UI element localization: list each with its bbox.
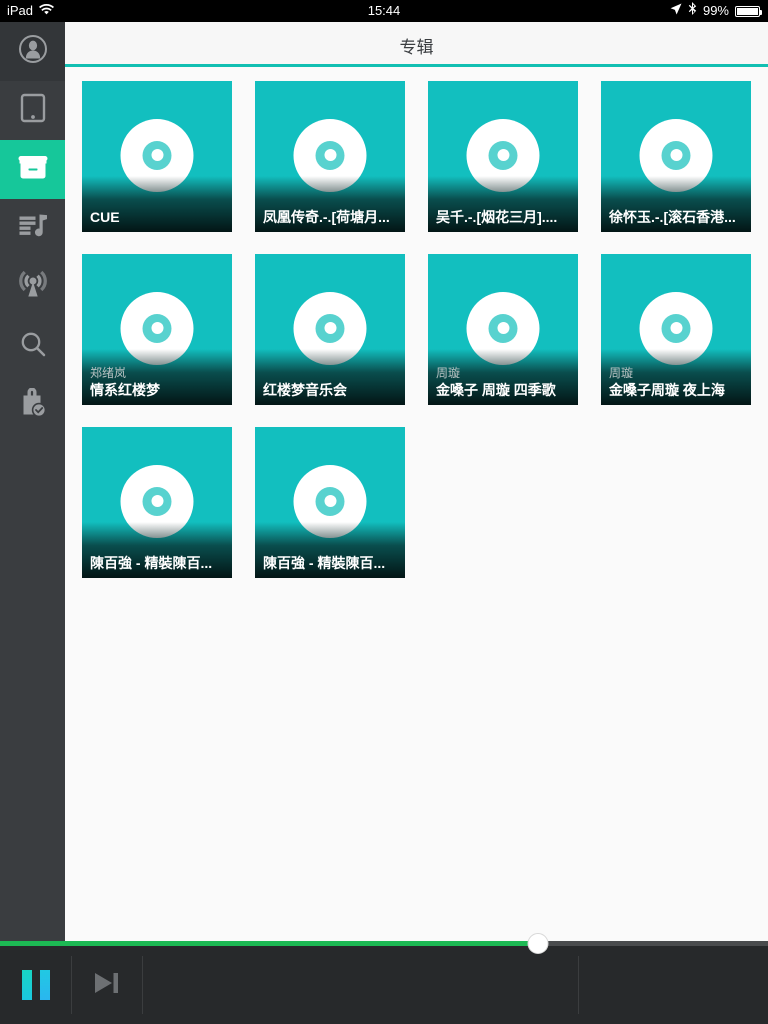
album-caption: 陳百強 - 精裝陳百... [255,522,405,578]
left-sidebar [0,22,65,946]
sidebar-item-profile[interactable] [0,22,65,81]
album-artist: 周璇 [436,366,461,380]
disc-ring [315,486,345,516]
album-caption: 凤凰传奇.-.[荷塘月... [255,176,405,232]
disc-hole [497,322,509,335]
disc-hole [670,149,682,162]
album-name: 陳百強 - 精裝陳百... [263,555,386,571]
player-divider-2 [142,956,143,1014]
disc-ring [488,140,518,170]
disc-hole [670,322,682,335]
battery-full-icon [735,5,762,17]
status-bar-time: 15:44 [367,3,401,18]
album-caption: 徐怀玉.-.[滚石香港... [601,176,751,232]
sidebar-item-device[interactable] [0,81,65,140]
disc-ring [488,313,518,343]
disc-ring [661,140,691,170]
album-caption: CUE [82,176,232,232]
player-bar: 37:21 / 53:07 吴千.-.[烟花三月].专辑.(APE) 吴千.-.… [0,933,768,1024]
app-root: iPad 15:44 99% 专辑 CUE 凤凰传奇.-.[荷塘月... 吴千.… [0,0,768,1024]
broadcast-radio-icon [18,270,48,305]
album-tile[interactable]: 周璇金嗓子 周璇 四季歌 [428,254,578,405]
sidebar-item-radio[interactable] [0,258,65,317]
album-caption: 郑绪岚 情系红楼梦 [82,349,232,405]
album-name: 金嗓子周璇 夜上海 [609,382,725,398]
battery-percent-label: 99% [702,3,729,18]
bluetooth-icon [688,0,697,22]
disc-ring [142,313,172,343]
disc-hole [324,495,336,508]
disc-ring [315,140,345,170]
album-tile[interactable]: CUE [82,81,232,232]
sidebar-item-playlist[interactable] [0,199,65,258]
album-caption: 陳百強 - 精裝陳百... [82,522,232,578]
album-tile[interactable]: 陳百強 - 精裝陳百... [82,427,232,578]
page-header: 专辑 [65,22,768,64]
album-tile[interactable]: 郑绪岚 情系红楼梦 [82,254,232,405]
location-arrow-icon [670,0,682,22]
progress-knob[interactable] [527,933,549,954]
main-content: 专辑 CUE 凤凰传奇.-.[荷塘月... 吴千.-.[烟花三月].... 徐怀玉.-… [65,22,768,946]
sidebar-item-search[interactable] [0,317,65,376]
user-profile-icon [18,34,48,69]
disc-hole [324,149,336,162]
disc-ring [315,313,345,343]
album-name: 红楼梦音乐会 [263,382,347,398]
player-divider-3 [578,956,579,1014]
album-grid: CUE 凤凰传奇.-.[荷塘月... 吴千.-.[烟花三月].... 徐怀玉.-.[滚… [65,67,768,578]
disc-hole [151,149,163,162]
play-pause-button[interactable] [0,946,72,1024]
status-bar-right: 99% [670,0,762,22]
sidebar-item-library[interactable] [0,140,65,199]
album-tile[interactable]: 徐怀玉.-.[滚石香港... [601,81,751,232]
album-caption: 周璇金嗓子 周璇 四季歌 [428,349,578,405]
pause-icon [22,970,50,1000]
album-artist: 郑绪岚 [90,366,127,380]
disc-ring [142,486,172,516]
album-name: 凤凰传奇.-.[荷塘月... [263,209,390,225]
album-artist: 周璇 [609,366,634,380]
playlist-music-icon [18,212,48,245]
disc-hole [151,322,163,335]
album-tile[interactable]: 周璇金嗓子周璇 夜上海 [601,254,751,405]
album-name: 金嗓子 周璇 四季歌 [436,382,556,398]
album-name: 吴千.-.[烟花三月].... [436,209,558,225]
album-name: 陳百強 - 精裝陳百... [90,555,213,571]
album-tile[interactable]: 陳百強 - 精裝陳百... [255,427,405,578]
album-name: 情系红楼梦 [90,382,160,398]
album-name: CUE [90,209,120,225]
disc-ring [142,140,172,170]
album-caption: 周璇金嗓子周璇 夜上海 [601,349,751,405]
ios-status-bar: iPad 15:44 99% [0,0,768,22]
album-caption: 红楼梦音乐会 [255,349,405,405]
disc-hole [497,149,509,162]
album-tile[interactable]: 凤凰传奇.-.[荷塘月... [255,81,405,232]
bag-check-icon [19,387,47,423]
next-track-icon [90,969,124,1002]
album-caption: 吴千.-.[烟花三月].... [428,176,578,232]
tablet-device-icon [20,93,46,128]
album-tile[interactable]: 红楼梦音乐会 [255,254,405,405]
page-title: 专辑 [399,38,434,57]
next-track-button[interactable] [72,946,142,1024]
search-icon [19,330,47,363]
sidebar-item-store[interactable] [0,376,65,435]
disc-hole [151,495,163,508]
disc-ring [661,313,691,343]
archive-box-icon [17,153,49,186]
disc-hole [324,322,336,335]
album-tile[interactable]: 吴千.-.[烟花三月].... [428,81,578,232]
album-name: 徐怀玉.-.[滚石香港... [609,209,736,225]
